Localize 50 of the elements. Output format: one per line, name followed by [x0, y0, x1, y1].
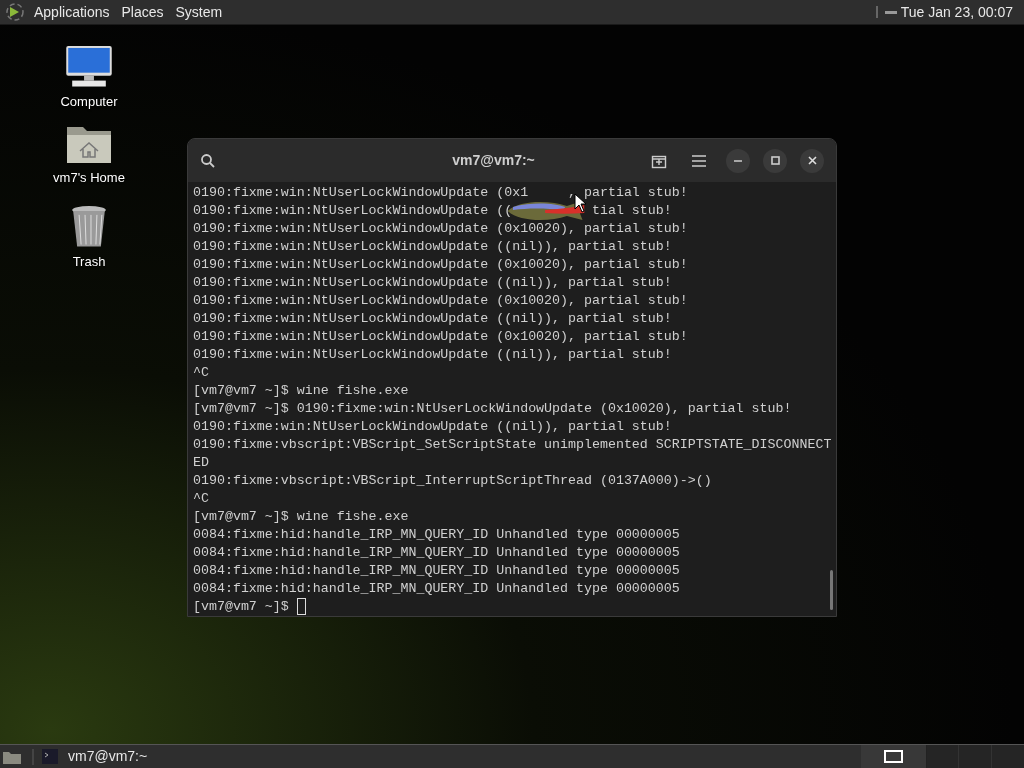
desktop-icon-label[interactable]: vm7's Home [53, 168, 125, 188]
clock[interactable]: Tue Jan 23, 00:07 [900, 1, 1013, 23]
close-button[interactable] [800, 148, 824, 173]
terminal-output: 0190:fixme:win:NtUserLockWindowUpdate (0x10020), partial stub! [193, 292, 688, 310]
computer-icon[interactable] [64, 45, 114, 89]
terminal-output: 0084:fixme:hid:handle_IRP_MN_QUERY_ID Unhandled type 00000005 [193, 526, 680, 544]
terminal-output: 0190:fixme:win:NtUserLockWindowUpdate ((nil)), partial stub! [193, 418, 672, 436]
home-folder-icon[interactable] [66, 125, 112, 165]
desktop-icon-label[interactable]: Computer [60, 91, 118, 111]
desktop-icon-label[interactable]: Trash [72, 251, 106, 271]
workspace[interactable] [861, 745, 927, 768]
terminal-output: 0084:fixme:hid:handle_IRP_MN_QUERY_ID Unhandled type 00000005 [193, 562, 680, 580]
terminal-output: 0190:fixme:win:NtUserLockWindowUpdate (( [193, 202, 513, 220]
terminal-output: [vm7@vm7 ~]$ [193, 598, 290, 616]
terminal-output: 0190:fixme:win:NtUserLockWindowUpdate ((nil)), partial stub! [193, 274, 672, 292]
trash-icon[interactable] [70, 205, 108, 249]
terminal-output: 0190:fixme:win:NtUserLockWindowUpdate ((nil)), partial stub! [193, 310, 672, 328]
window-title: vm7@vm7:~ [451, 151, 536, 170]
terminal-output: ED [193, 454, 209, 472]
terminal-output: 0190:fixme:vbscript:VBScript_InterruptScriptThread (0137A000)->() [193, 472, 712, 490]
panel-menu[interactable]: System [175, 1, 223, 23]
terminal-output: 0190:fixme:vbscript:VBScript_SetScriptState unimplemented SCRIPTSTATE_DISCONNECT [193, 436, 832, 454]
minimize-icon [734, 159, 742, 162]
terminal-output: 0084:fixme:hid:handle_IRP_MN_QUERY_ID Unhandled type 00000005 [193, 580, 680, 598]
search-icon[interactable] [200, 152, 216, 169]
menu-icon[interactable] [692, 154, 706, 167]
terminal-output: 0084:fixme:hid:handle_IRP_MN_QUERY_ID Unhandled type 00000005 [193, 544, 680, 562]
terminal-output: , partial stub! [568, 184, 688, 202]
terminal-output: 0190:fixme:win:NtUserLockWindowUpdate (0x10020), partial stub! [193, 328, 688, 346]
terminal-output: [vm7@vm7 ~]$ wine fishe.exe [193, 508, 409, 526]
terminal-output: 0190:fixme:win:NtUserLockWindowUpdate (0x10020), partial stub! [193, 220, 688, 238]
terminal-output: 0190:fixme:win:NtUserLockWindowUpdate (0x1 [193, 184, 529, 202]
terminal-output: [vm7@vm7 ~]$ 0190:fixme:win:NtUserLockWindowUpdate (0x10020), partial stub! [193, 400, 792, 418]
close-icon [807, 156, 817, 165]
scrollbar[interactable] [830, 570, 833, 610]
terminal-output: tial stub! [591, 202, 672, 220]
terminal-icon [42, 749, 58, 764]
play-logo-icon[interactable] [4, 2, 26, 22]
maximize-icon [770, 156, 780, 165]
terminal-output: 0190:fixme:win:NtUserLockWindowUpdate ((nil)), partial stub! [193, 346, 672, 364]
terminal-output: [vm7@vm7 ~]$ wine fishe.exe [193, 382, 409, 400]
maximize-button[interactable] [763, 148, 787, 173]
terminal-output: 0190:fixme:win:NtUserLockWindowUpdate ((nil)), partial stub! [193, 238, 672, 256]
terminal-output: ^C [193, 490, 209, 508]
minimize-button[interactable] [726, 148, 750, 173]
panel-menu[interactable]: Places [121, 1, 164, 23]
terminal-output: 0190:fixme:win:NtUserLockWindowUpdate (0x10020), partial stub! [193, 256, 688, 274]
terminal-output: ^C [193, 364, 209, 382]
mouse-pointer-icon [574, 193, 586, 213]
panel-menu[interactable]: Applications [34, 1, 110, 23]
